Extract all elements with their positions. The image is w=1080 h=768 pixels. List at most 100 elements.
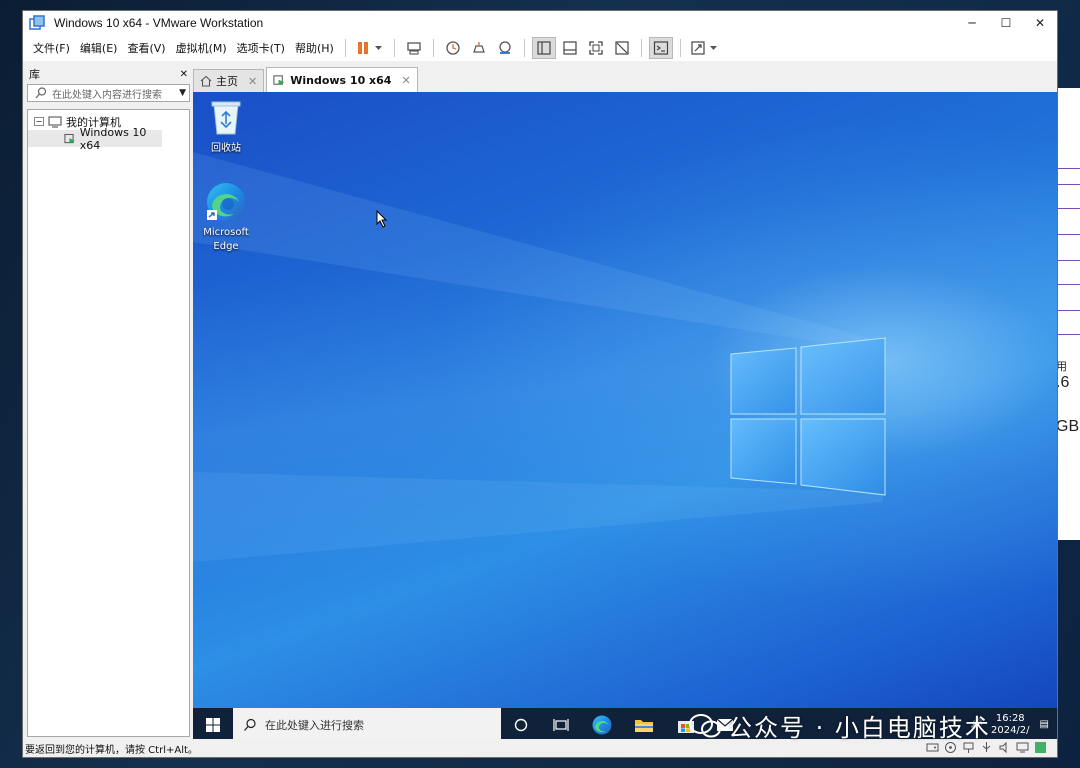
menu-bar: 文件(F) 编辑(E) 查看(V) 虚拟机(M) 选项卡(T) 帮助(H) <box>23 35 1057 61</box>
tab-windows10[interactable]: Windows 10 x64 ✕ <box>266 67 418 92</box>
watermark: 公众号 · 小白电脑技术 <box>688 708 991 743</box>
tab-label: Windows 10 x64 <box>290 73 392 87</box>
menu-tabs[interactable]: 选项卡(T) <box>232 40 290 56</box>
search-icon <box>35 87 47 99</box>
toolbar-separator <box>640 39 642 57</box>
menu-file[interactable]: 文件(F) <box>28 40 75 56</box>
menu-help[interactable]: 帮助(H) <box>290 40 339 56</box>
recycle-bin-icon <box>211 101 241 135</box>
show-library-button[interactable] <box>531 37 556 59</box>
library-search-box[interactable]: 在此处键入内容进行搜索 ▼ <box>27 84 190 102</box>
snapshot-manager-button[interactable] <box>493 37 517 59</box>
background-line <box>1056 310 1080 311</box>
background-line <box>1056 168 1080 169</box>
menu-view[interactable]: 查看(V) <box>122 40 170 56</box>
desktop-icon-label: 回收站 <box>211 143 241 154</box>
wechat-icon <box>689 713 721 737</box>
tab-label: 主页 <box>216 75 238 88</box>
toolbar-separator <box>393 39 395 57</box>
minimize-button[interactable]: ─ <box>955 11 989 35</box>
close-button[interactable]: ✕ <box>1023 11 1057 35</box>
chevron-down-icon[interactable]: ▼ <box>179 88 186 98</box>
clock-date: 2024/2/ <box>990 724 1030 736</box>
start-button[interactable] <box>193 708 233 741</box>
background-window: 用 .6 GB <box>1056 88 1080 540</box>
tab-home[interactable]: 主页 ✕ <box>193 69 265 92</box>
background-text: GB <box>1056 418 1080 435</box>
send-ctrl-alt-del-button[interactable] <box>402 37 426 59</box>
task-view-button[interactable] <box>541 718 581 732</box>
notification-icon[interactable]: ▤ <box>1040 719 1049 730</box>
background-line <box>1056 184 1080 185</box>
taskbar-search-box[interactable]: 在此处键入进行搜索 <box>233 708 501 741</box>
pause-icon <box>357 42 382 54</box>
cortana-icon <box>514 718 528 731</box>
pause-button[interactable] <box>353 37 387 59</box>
library-panel: 库 ✕ 在此处键入内容进行搜索 ▼ − 我的计算机 Windows 10 x64 <box>26 65 191 737</box>
menu-edit[interactable]: 编辑(E) <box>75 40 123 56</box>
library-tree: − 我的计算机 Windows 10 x64 <box>27 109 190 737</box>
desktop-icon-recycle-bin[interactable]: 回收站 <box>195 98 257 154</box>
background-text: .6 <box>1056 374 1070 391</box>
desktop-icon-edge[interactable]: Microsoft Edge <box>195 180 257 254</box>
tab-bar: 主页 ✕ Windows 10 x64 ✕ <box>193 67 1057 92</box>
tree-item-label: Windows 10 x64 <box>79 125 147 152</box>
edge-icon <box>207 183 245 221</box>
windows-start-icon <box>206 717 220 732</box>
windows-logo-wallpaper <box>193 152 886 562</box>
vm-running-icon <box>64 133 75 144</box>
console-view-button[interactable] <box>648 37 673 59</box>
background-line <box>1056 260 1080 261</box>
tab-close-icon[interactable]: ✕ <box>248 75 257 88</box>
background-line <box>1056 284 1080 285</box>
unity-button[interactable] <box>610 37 634 59</box>
stretch-guest-button[interactable] <box>688 37 722 59</box>
snapshot-button[interactable] <box>441 37 465 59</box>
mouse-cursor-icon <box>376 210 388 228</box>
toolbar-separator <box>432 39 434 57</box>
taskbar-clock[interactable]: 16:28 2024/2/ <box>991 713 1030 737</box>
library-view-icon <box>537 41 551 55</box>
edge-icon <box>592 715 612 734</box>
message-log-icon[interactable] <box>1034 741 1047 754</box>
display-icon[interactable] <box>1016 741 1029 754</box>
library-search-input[interactable]: 在此处键入内容进行搜索 <box>52 86 179 101</box>
snapshot-manager-icon <box>499 41 511 54</box>
home-icon <box>200 75 212 87</box>
taskbar-search-placeholder[interactable]: 在此处键入进行搜索 <box>265 717 364 733</box>
fullscreen-button[interactable] <box>584 37 608 59</box>
toolbar-separator <box>344 39 346 57</box>
search-icon <box>244 718 256 731</box>
toolbar-separator <box>679 39 681 57</box>
background-line <box>1056 234 1080 235</box>
taskbar-edge-button[interactable] <box>581 714 623 736</box>
revert-snapshot-icon <box>472 42 485 53</box>
menu-vm[interactable]: 虚拟机(M) <box>171 40 232 56</box>
window-title: Windows 10 x64 - VMware Workstation <box>54 16 264 30</box>
tab-close-icon[interactable]: ✕ <box>401 74 410 87</box>
library-close-button[interactable]: ✕ <box>180 69 188 80</box>
toolbar-separator <box>523 39 525 57</box>
desktop-icon-label: Microsoft Edge <box>203 227 249 252</box>
thumbnail-bar-button[interactable] <box>558 37 582 59</box>
sound-card-icon[interactable] <box>998 741 1011 754</box>
stretch-icon <box>691 41 717 55</box>
collapse-icon[interactable]: − <box>34 117 44 126</box>
computer-icon <box>48 115 62 128</box>
snapshot-icon <box>446 41 460 55</box>
revert-snapshot-button[interactable] <box>467 37 491 59</box>
background-line <box>1056 334 1080 335</box>
taskbar-explorer-button[interactable] <box>623 717 665 733</box>
library-title: 库 <box>29 68 40 81</box>
title-bar[interactable]: Windows 10 x64 - VMware Workstation ─ ☐ … <box>23 11 1057 35</box>
maximize-button[interactable]: ☐ <box>989 11 1023 35</box>
tree-item-windows10[interactable]: Windows 10 x64 <box>28 126 162 152</box>
vm-running-icon <box>273 74 285 85</box>
watermark-text: 公众号 · 小白电脑技术 <box>728 714 991 742</box>
thumbnail-bar-icon <box>563 41 577 55</box>
unity-icon <box>615 41 629 55</box>
fullscreen-icon <box>589 41 603 55</box>
vm-console[interactable]: 回收站 Microsoft Edge 在此处键入进行搜索 🔊 16:28 202… <box>193 92 1057 741</box>
cortana-button[interactable] <box>501 718 541 732</box>
task-view-icon <box>553 718 569 731</box>
